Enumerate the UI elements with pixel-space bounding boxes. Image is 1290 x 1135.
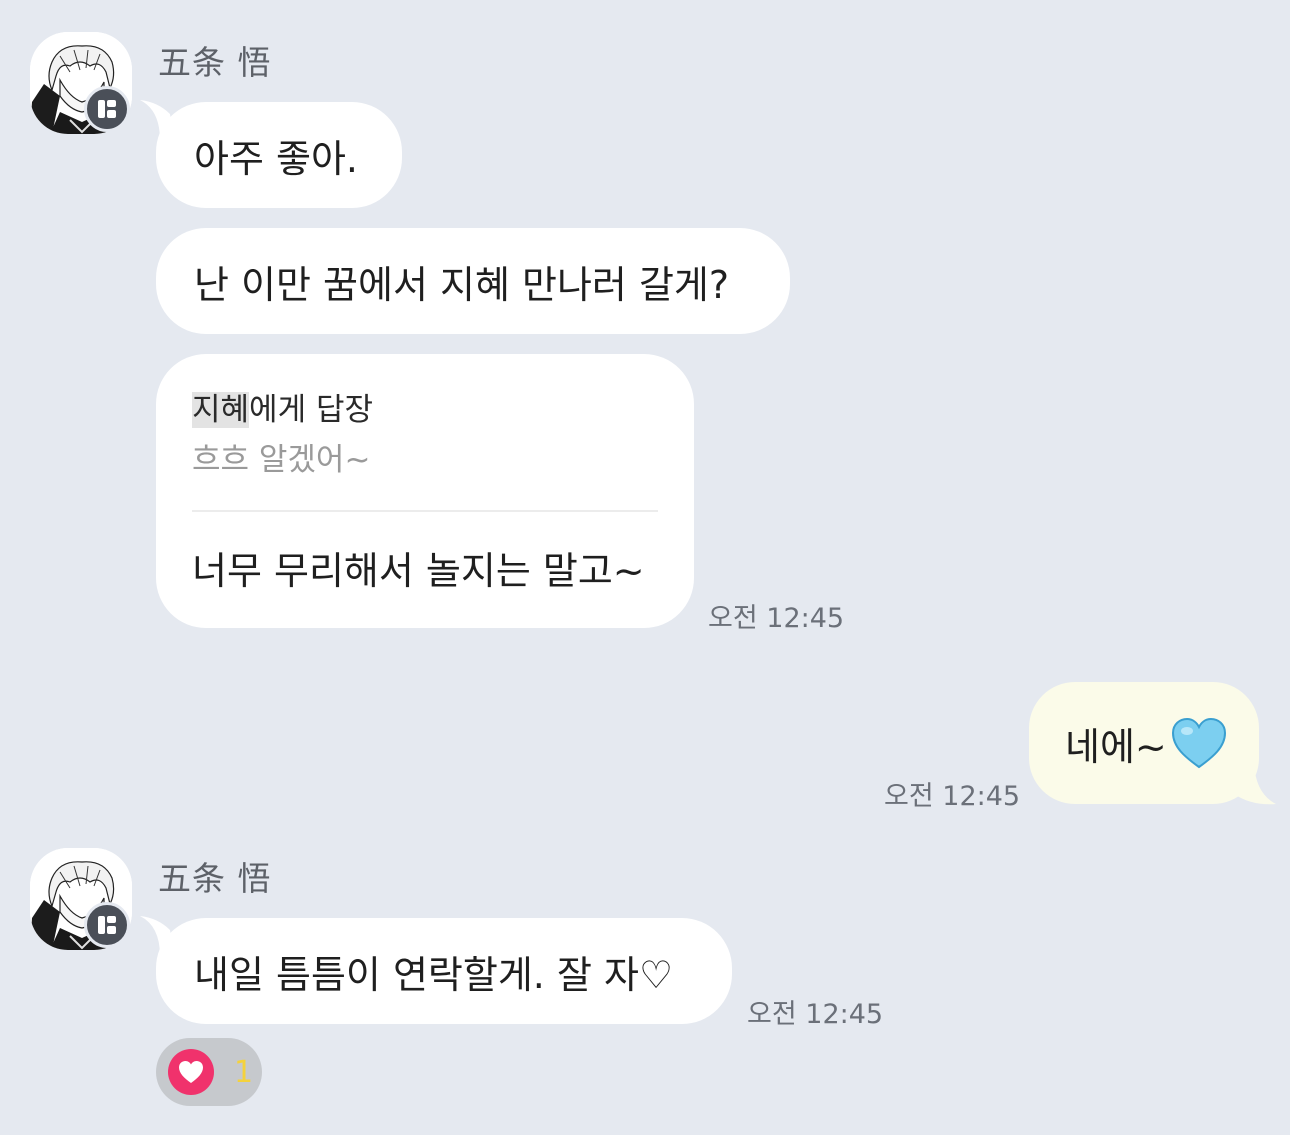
light-blue-heart-emoji: [1171, 717, 1226, 769]
reply-header[interactable]: 지혜에게 답장: [192, 384, 373, 429]
my-message-bubble[interactable]: 네에~: [1029, 682, 1259, 804]
message-text: 아주 좋아.: [194, 136, 358, 181]
bubble-tail: [1234, 764, 1276, 805]
heart-icon: [168, 1049, 214, 1095]
message-bubble[interactable]: 아주 좋아.: [156, 102, 402, 208]
message-timestamp: 오전 12:45: [708, 603, 845, 634]
message-timestamp: 오전 12:45: [747, 999, 884, 1030]
reply-message-bubble[interactable]: 지혜에게 답장 흐흐 알겠어~ 너무 무리해서 놀지는 말고~: [156, 354, 694, 628]
reply-target-name: 지혜: [192, 392, 250, 428]
reply-header-suffix: 에게 답장: [249, 392, 373, 428]
profile-badge-icon: [84, 86, 130, 132]
message-bubble[interactable]: 난 이만 꿈에서 지혜 만나러 갈게?: [156, 228, 790, 334]
message-text: 너무 무리해서 놀지는 말고~: [192, 549, 645, 593]
message-bubble[interactable]: 내일 틈틈이 연락할게. 잘 자♡: [156, 918, 732, 1024]
message-text: 난 이만 꿈에서 지혜 만나러 갈게?: [194, 262, 730, 307]
message-timestamp: 오전 12:45: [884, 781, 1021, 812]
reaction-button[interactable]: 1: [156, 1038, 262, 1106]
reaction-count: 1: [234, 1054, 254, 1090]
reply-divider: [192, 510, 658, 512]
reply-quoted-text: 흐흐 알겠어~: [192, 442, 371, 478]
profile-badge-icon: [84, 902, 130, 948]
message-text: 네에~: [1065, 724, 1167, 769]
sender-name: 五条 悟: [158, 859, 272, 898]
message-text: 내일 틈틈이 연락할게. 잘 자♡: [194, 952, 674, 997]
sender-name: 五条 悟: [158, 43, 272, 82]
